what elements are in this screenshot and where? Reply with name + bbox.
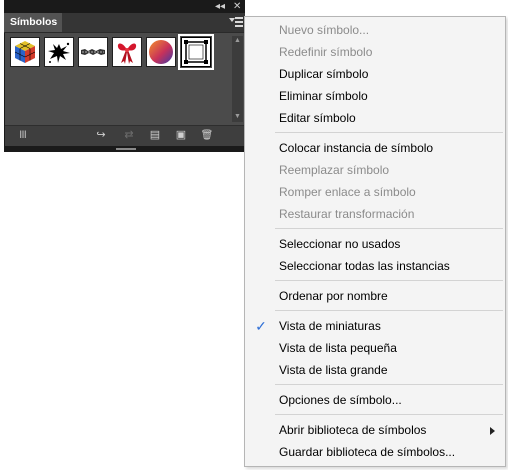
menu-item-vista-lista-pequena[interactable]: Vista de lista pequeña bbox=[245, 337, 505, 359]
menu-item-vista-miniaturas[interactable]: Vista de miniaturas bbox=[245, 315, 505, 337]
menu-item-nuevo-simbolo[interactable]: Nuevo símbolo... bbox=[245, 19, 505, 41]
menu-item-eliminar-simbolo[interactable]: Eliminar símbolo bbox=[245, 85, 505, 107]
panel-tab-bar: Símbolos bbox=[4, 13, 245, 33]
menu-item-abrir-biblioteca[interactable]: Abrir biblioteca de símbolos bbox=[245, 419, 505, 441]
new-symbol-icon[interactable]: ▣ bbox=[174, 129, 188, 142]
menu-separator bbox=[275, 132, 503, 133]
symbol-thumb-splat[interactable] bbox=[44, 37, 74, 67]
menu-item-redefinir-simbolo[interactable]: Redefinir símbolo bbox=[245, 41, 505, 63]
panel-toolbar: lll ↪ ⇄ ▤ ▣ 🗑 bbox=[5, 125, 244, 146]
close-icon[interactable]: ✕ bbox=[233, 0, 241, 13]
symbols-library: ▲ ▼ bbox=[5, 33, 244, 125]
menu-separator bbox=[275, 414, 503, 415]
vertical-scrollbar[interactable]: ▲ ▼ bbox=[232, 36, 243, 122]
submenu-arrow-icon bbox=[490, 427, 495, 435]
symbols-panel: ◂◂ ✕ Símbolos ▲ ▼ lll ↪ ⇄ ▤ ▣ 🗑 bbox=[4, 0, 245, 152]
symbol-thumb-frame[interactable] bbox=[178, 34, 214, 70]
menu-separator bbox=[275, 384, 503, 385]
scroll-down-icon[interactable]: ▼ bbox=[233, 113, 242, 121]
menu-item-ordenar-por-nombre[interactable]: Ordenar por nombre bbox=[245, 285, 505, 307]
delete-symbol-icon[interactable]: 🗑 bbox=[200, 129, 214, 142]
symbol-grid bbox=[10, 34, 230, 123]
tab-simbolos[interactable]: Símbolos bbox=[4, 13, 62, 32]
collapse-icon[interactable]: ◂◂ bbox=[215, 0, 225, 13]
menu-item-seleccionar-todas-instancias[interactable]: Seleccionar todas las instancias bbox=[245, 255, 505, 277]
place-symbol-instance-icon[interactable]: ↪ bbox=[94, 129, 108, 142]
menu-separator bbox=[275, 228, 503, 229]
symbol-thumb-cube[interactable] bbox=[10, 37, 40, 67]
symbol-thumb-ribbon[interactable] bbox=[112, 37, 142, 67]
menu-separator bbox=[275, 280, 503, 281]
symbol-thumb-gradient-sphere[interactable] bbox=[146, 37, 176, 67]
menu-item-duplicar-simbolo[interactable]: Duplicar símbolo bbox=[245, 63, 505, 85]
panel-flyout-menu: Nuevo símbolo... Redefinir símbolo Dupli… bbox=[244, 16, 506, 467]
menu-item-seleccionar-no-usados[interactable]: Seleccionar no usados bbox=[245, 233, 505, 255]
menu-item-restaurar-transformacion[interactable]: Restaurar transformación bbox=[245, 203, 505, 225]
symbol-libraries-menu-icon[interactable]: lll bbox=[13, 129, 33, 142]
symbol-options-icon[interactable]: ▤ bbox=[148, 129, 162, 142]
menu-item-guardar-biblioteca[interactable]: Guardar biblioteca de símbolos... bbox=[245, 441, 505, 463]
menu-item-vista-lista-grande[interactable]: Vista de lista grande bbox=[245, 359, 505, 381]
break-link-icon[interactable]: ⇄ bbox=[122, 129, 136, 142]
menu-item-opciones-simbolo[interactable]: Opciones de símbolo... bbox=[245, 389, 505, 411]
menu-item-colocar-instancia[interactable]: Colocar instancia de símbolo bbox=[245, 137, 505, 159]
scroll-up-icon[interactable]: ▲ bbox=[233, 37, 242, 45]
resize-grip[interactable] bbox=[116, 148, 136, 150]
panel-menu-icon[interactable] bbox=[229, 16, 243, 29]
menu-separator bbox=[275, 310, 503, 311]
panel-title-strip: ◂◂ ✕ bbox=[4, 0, 245, 13]
menu-item-label: Abrir biblioteca de símbolos bbox=[279, 423, 427, 437]
menu-item-reemplazar-simbolo[interactable]: Reemplazar símbolo bbox=[245, 159, 505, 181]
menu-item-editar-simbolo[interactable]: Editar símbolo bbox=[245, 107, 505, 129]
menu-item-romper-enlace[interactable]: Romper enlace a símbolo bbox=[245, 181, 505, 203]
symbol-thumb-grunge-brush[interactable] bbox=[78, 37, 108, 67]
